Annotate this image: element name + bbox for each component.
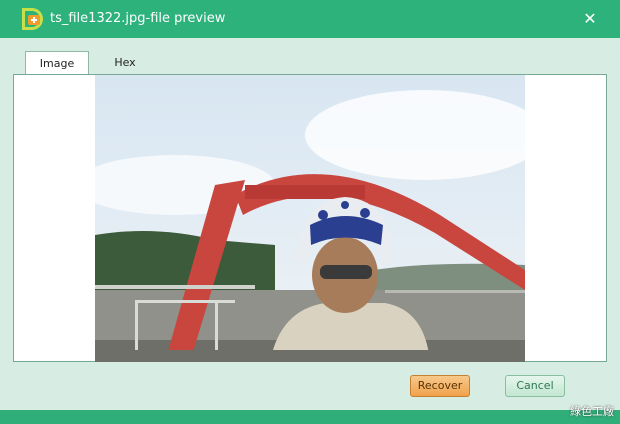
bottom-accent-bar xyxy=(0,410,620,424)
app-logo-icon xyxy=(22,8,43,30)
cancel-button[interactable]: Cancel xyxy=(505,375,565,397)
dialog-body: Image Hex Recover Cancel xyxy=(0,38,620,410)
tab-image[interactable]: Image xyxy=(25,51,89,75)
recover-button[interactable]: Recover xyxy=(410,375,470,397)
close-icon: ✕ xyxy=(583,9,597,28)
file-preview-window: ts_file1322.jpg-file preview ✕ Image Hex xyxy=(0,0,620,424)
close-button[interactable]: ✕ xyxy=(580,9,600,29)
title-bar[interactable]: ts_file1322.jpg-file preview ✕ xyxy=(0,0,620,38)
window-title: ts_file1322.jpg-file preview xyxy=(50,11,226,26)
image-preview-panel xyxy=(13,74,607,362)
tab-hex[interactable]: Hex xyxy=(94,51,156,74)
watermark-text: 綠色工廠 xyxy=(570,405,614,418)
preview-image xyxy=(95,75,525,362)
